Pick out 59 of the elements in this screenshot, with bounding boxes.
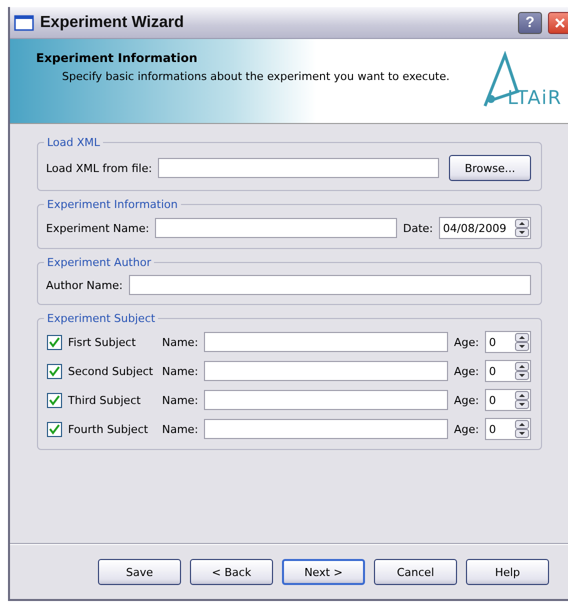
group-title: Load XML [46, 136, 102, 149]
wizard-button[interactable]: Help [466, 559, 549, 585]
header-subtitle: Specify basic informations about the experiment you want to execute. [62, 70, 450, 83]
wizard-button[interactable]: Save [98, 559, 181, 585]
checkbox-label: Fourth Subject [68, 422, 150, 436]
wizard-button[interactable]: < Back [190, 559, 273, 585]
field-label: Age: [454, 394, 479, 406]
age-spinner[interactable]: 0 [485, 389, 531, 411]
field-label: Name: [162, 422, 198, 436]
help-button[interactable]: ? [518, 12, 542, 34]
close-icon [554, 16, 566, 28]
input-field[interactable] [204, 390, 448, 410]
spinner-arrows-icon [515, 219, 529, 237]
checkbox[interactable] [47, 422, 62, 436]
header-title: Experiment Information [36, 51, 198, 65]
spinner-arrows-icon [515, 420, 529, 438]
age-spinner[interactable]: 0 [485, 331, 531, 353]
field-label: Name: [162, 394, 198, 406]
close-button[interactable] [548, 12, 568, 34]
spinner-arrows-icon [515, 391, 529, 409]
checkmark-icon [49, 394, 60, 406]
window-icon [14, 14, 34, 30]
field-label: Age: [454, 422, 479, 436]
checkmark-icon [49, 336, 60, 348]
checkbox-label: Third Subject [68, 394, 142, 406]
group-title: Experiment Subject [46, 312, 156, 325]
browse-button[interactable]: Browse... [449, 155, 531, 181]
field-label: Author Name: [46, 278, 123, 292]
checkmark-icon [49, 366, 60, 376]
date-spinner[interactable]: 04/08/2009 [439, 217, 531, 239]
checkbox[interactable] [47, 392, 62, 408]
group-title: Experiment Information [46, 198, 179, 211]
checkmark-icon [49, 424, 60, 434]
group-title: Experiment Author [46, 256, 152, 269]
age-spinner[interactable]: 0 [485, 418, 531, 440]
field-label: Date: [403, 222, 433, 234]
wizard-button[interactable]: Next > [282, 559, 365, 585]
spinner-arrows-icon [515, 333, 529, 351]
logo-text: LTAiR [507, 87, 562, 109]
checkbox-label: Second Subject [68, 364, 154, 378]
field-label: Load XML from file: [46, 162, 152, 174]
input-field[interactable] [155, 218, 397, 238]
wizard-button[interactable]: Cancel [374, 559, 457, 585]
input-field[interactable] [128, 275, 531, 295]
field-label: Age: [454, 336, 479, 348]
field-label: Name: [162, 336, 198, 348]
input-field[interactable] [158, 158, 439, 178]
input-field[interactable] [204, 419, 448, 439]
input-field[interactable] [204, 361, 448, 381]
window-title: Experiment Wizard [40, 14, 185, 32]
input-field[interactable] [204, 332, 448, 352]
age-spinner[interactable]: 0 [485, 360, 531, 382]
field-label: Age: [454, 364, 479, 378]
checkbox-label: Fisrt Subject [68, 336, 137, 348]
checkbox[interactable] [47, 364, 62, 378]
field-label: Experiment Name: [46, 222, 150, 234]
checkbox[interactable] [47, 334, 62, 350]
spinner-arrows-icon [515, 362, 529, 380]
field-label: Name: [162, 364, 198, 378]
